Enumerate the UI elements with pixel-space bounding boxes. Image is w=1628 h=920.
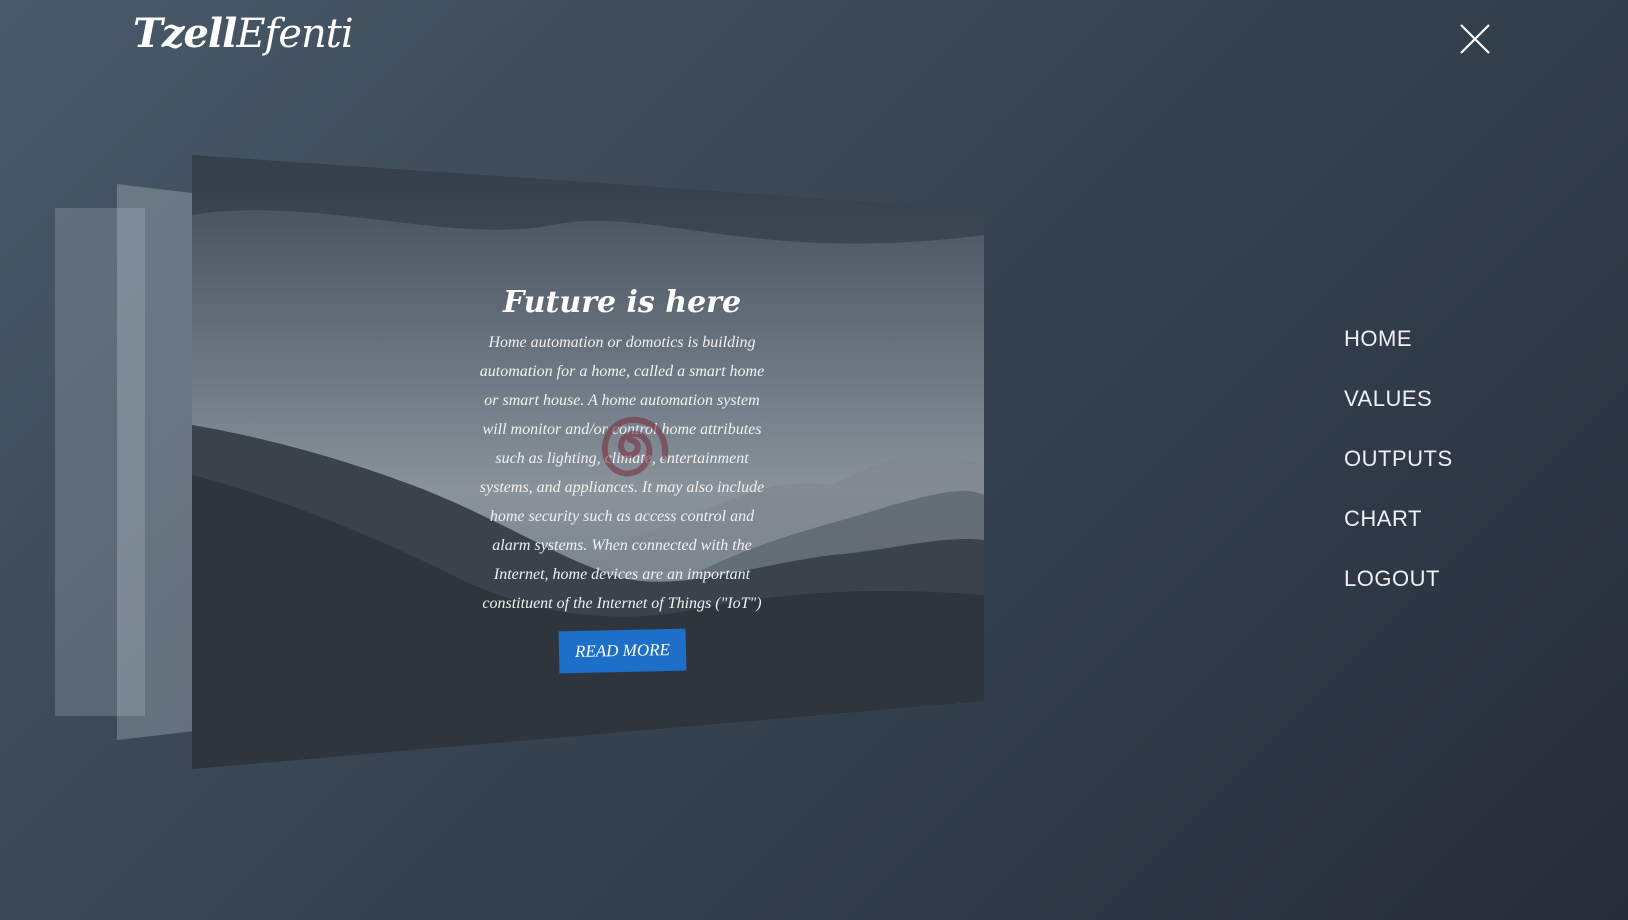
nav-item-home[interactable]: HOME — [1344, 326, 1453, 386]
brand-name-bold: Tzell — [133, 10, 237, 57]
brand-name-light: Efenti — [236, 11, 353, 57]
spiral-logo-icon — [601, 416, 669, 477]
brand-logo[interactable]: TzellEfenti — [133, 10, 354, 57]
nav-item-outputs[interactable]: OUTPUTS — [1344, 446, 1453, 506]
main-nav-menu: HOME VALUES OUTPUTS CHART LOGOUT — [1344, 326, 1453, 626]
read-more-button[interactable]: READ MORE — [558, 628, 686, 674]
close-icon — [1460, 24, 1490, 54]
nav-item-values[interactable]: VALUES — [1344, 386, 1453, 446]
nav-item-chart[interactable]: CHART — [1344, 506, 1453, 566]
nav-item-logout[interactable]: LOGOUT — [1344, 566, 1453, 626]
close-button[interactable] — [1458, 22, 1492, 56]
hero-title: Future is here — [502, 285, 742, 320]
